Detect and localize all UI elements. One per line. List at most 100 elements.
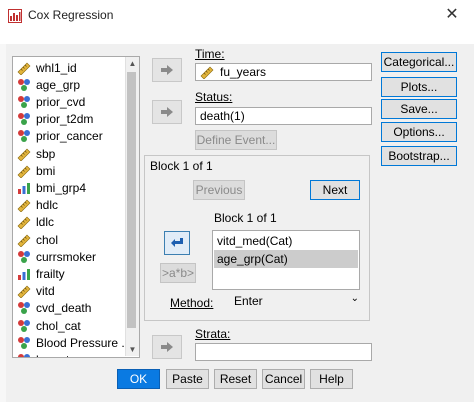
variable-item[interactable]: bmi_grp4 xyxy=(17,179,125,196)
ruler-scale-icon xyxy=(17,199,31,213)
variable-item[interactable]: prior_t2dm xyxy=(17,111,125,128)
variable-item[interactable]: chol xyxy=(17,231,125,248)
variable-item[interactable]: ldlc xyxy=(17,214,125,231)
variable-item[interactable]: Blood Pressure ... xyxy=(17,334,131,351)
status-label-text: Status: xyxy=(195,90,233,104)
covariates-list[interactable]: vitd_med(Cat) age_grp(Cat) xyxy=(212,230,360,290)
time-label: Time: xyxy=(195,47,225,61)
variable-item[interactable]: hyperten xyxy=(17,351,125,357)
method-label: Method: xyxy=(170,296,213,310)
cancel-button[interactable]: Cancel xyxy=(262,369,305,389)
next-button[interactable]: Next xyxy=(310,180,360,200)
time-field[interactable]: fu_years xyxy=(195,63,372,81)
ok-button[interactable]: OK xyxy=(117,369,160,389)
paste-button[interactable]: Paste xyxy=(166,369,209,389)
arrow-right-icon xyxy=(161,107,173,117)
nominal-icon xyxy=(18,250,30,263)
ordinal-icon xyxy=(18,182,30,194)
variable-label: hdlc xyxy=(36,198,59,213)
variable-label: chol xyxy=(36,232,59,247)
title-bar xyxy=(0,0,474,44)
variable-item[interactable]: currsmoker xyxy=(17,248,125,265)
variable-label: chol_cat xyxy=(36,318,81,333)
variable-item[interactable]: frailty xyxy=(17,265,125,282)
variable-item[interactable]: prior_cancer xyxy=(17,128,125,145)
method-select[interactable]: Enter ⌄ xyxy=(228,292,363,310)
variable-label: bmi_grp4 xyxy=(36,180,87,195)
save-button[interactable]: Save... xyxy=(381,99,457,119)
variable-label: vitd xyxy=(36,284,55,299)
variable-label: bmi xyxy=(36,163,56,178)
method-label-text: Method: xyxy=(170,296,214,310)
ruler-scale-icon xyxy=(17,62,31,75)
help-button[interactable]: Help xyxy=(310,369,353,389)
options-button[interactable]: Options... xyxy=(381,122,457,142)
variable-item[interactable]: hdlc xyxy=(17,197,125,214)
variable-item[interactable]: prior_cvd xyxy=(17,93,125,110)
time-value: fu_years xyxy=(220,65,267,79)
previous-button[interactable]: Previous xyxy=(193,180,245,200)
arrow-right-icon xyxy=(161,342,173,352)
plots-button[interactable]: Plots... xyxy=(381,77,457,97)
arrow-right-icon xyxy=(161,65,173,75)
covariate-item-selected[interactable]: age_grp(Cat) xyxy=(214,250,358,268)
variable-list[interactable]: whl1_id age_grp prior_cvd prior_t2dm prior_c… xyxy=(12,56,140,358)
nominal-icon xyxy=(18,336,30,349)
variable-item[interactable]: age_grp xyxy=(17,76,125,93)
variable-label: prior_cvd xyxy=(36,94,86,109)
move-to-strata-button[interactable] xyxy=(152,335,182,359)
move-to-time-button[interactable] xyxy=(152,58,182,82)
strata-label-text: Strata: xyxy=(195,327,231,341)
nominal-icon xyxy=(18,319,30,332)
variable-item[interactable]: chol_cat xyxy=(17,317,125,334)
define-event-button[interactable]: Define Event... xyxy=(195,130,277,150)
ruler-scale-icon xyxy=(17,148,31,161)
covariate-item[interactable]: vitd_med(Cat) xyxy=(214,232,358,250)
strata-field[interactable] xyxy=(195,343,372,361)
nominal-icon xyxy=(18,78,30,91)
bootstrap-button[interactable]: Bootstrap... xyxy=(381,146,457,166)
window-title: Cox Regression xyxy=(28,8,114,22)
categorical-button[interactable]: Categorical... xyxy=(381,52,457,72)
ruler-scale-icon xyxy=(17,234,31,247)
ruler-scale-icon xyxy=(200,66,214,79)
status-field[interactable]: death(1) xyxy=(195,107,372,125)
background-window-strip xyxy=(0,44,6,402)
arrow-left-return-icon xyxy=(171,238,183,247)
ruler-scale-icon xyxy=(17,216,31,230)
block-title: Block 1 of 1 xyxy=(150,159,213,173)
scroll-up-arrow-icon[interactable]: ▲ xyxy=(126,57,139,70)
nominal-icon xyxy=(18,302,30,315)
move-to-status-button[interactable] xyxy=(152,100,182,124)
variable-label: cvd_death xyxy=(36,301,92,316)
ruler-scale-icon xyxy=(17,165,31,178)
scroll-down-arrow-icon[interactable]: ▼ xyxy=(126,343,139,356)
time-label-text: Time: xyxy=(195,47,225,61)
variable-label: prior_cancer xyxy=(36,129,103,144)
variable-label: ldlc xyxy=(36,215,55,230)
variable-label: whl1_id xyxy=(36,60,77,75)
variable-item[interactable]: cvd_death xyxy=(17,300,125,317)
strata-label: Strata: xyxy=(195,327,230,341)
move-to-covariates-button[interactable] xyxy=(164,231,190,255)
nominal-icon xyxy=(18,130,30,143)
spss-app-icon xyxy=(8,9,22,23)
variable-label: prior_t2dm xyxy=(36,112,94,127)
nominal-icon xyxy=(18,353,30,357)
variable-item[interactable]: whl1_id xyxy=(17,59,125,76)
variable-label: currsmoker xyxy=(36,249,97,264)
chevron-down-icon: ⌄ xyxy=(350,293,359,304)
interaction-button[interactable]: >a*b> xyxy=(160,263,196,283)
method-value: Enter xyxy=(234,294,263,308)
ordinal-icon xyxy=(18,268,30,280)
variable-item[interactable]: vitd xyxy=(17,283,125,300)
variable-item[interactable]: sbp xyxy=(17,145,125,162)
variable-label: Blood Pressure ... xyxy=(36,335,132,350)
close-icon[interactable]: ✕ xyxy=(440,6,464,24)
ruler-scale-icon xyxy=(17,285,31,299)
variable-item[interactable]: bmi xyxy=(17,162,125,179)
status-label: Status: xyxy=(195,90,232,104)
block-inner-title: Block 1 of 1 xyxy=(214,211,277,225)
scrollbar-thumb[interactable] xyxy=(127,72,136,328)
reset-button[interactable]: Reset xyxy=(214,369,257,389)
